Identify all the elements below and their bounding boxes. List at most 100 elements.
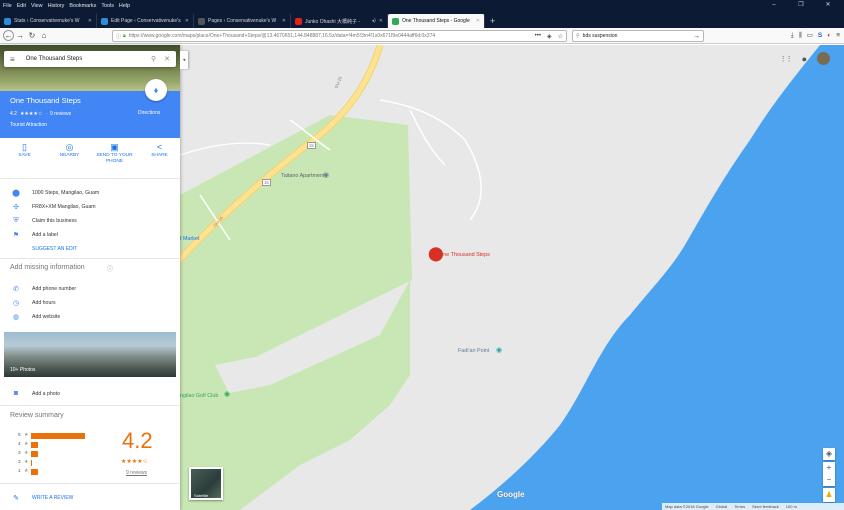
new-tab-button[interactable]: + — [490, 14, 495, 28]
star-icon: ★ — [24, 433, 29, 438]
zoom-out-button[interactable]: − — [823, 474, 835, 486]
minimize-icon[interactable]: – — [763, 0, 785, 11]
scale-label[interactable]: 100 m — [786, 504, 797, 509]
send-to-phone-label: SEND TO YOUR PHONE — [96, 153, 133, 164]
point-label[interactable]: Fadi'an Point — [458, 348, 489, 354]
hamburger-icon[interactable]: ≡ — [10, 55, 15, 64]
point-pin-icon[interactable]: ◉ — [496, 346, 502, 354]
phone-icon: ▣ — [110, 142, 119, 152]
close-tab-icon[interactable]: ✕ — [185, 18, 189, 24]
url-bar[interactable]: ⓘ 🔒︎ https://www.google.com/maps/place/O… — [112, 30, 567, 42]
send-to-phone-button[interactable]: ▣ SEND TO YOUR PHONE — [94, 141, 135, 178]
satellite-toggle[interactable]: Satellite — [189, 467, 223, 500]
suggest-edit-link[interactable]: SUGGEST AN EDIT — [32, 246, 77, 252]
reload-icon[interactable]: ↻ — [26, 31, 38, 40]
forward-icon[interactable]: → — [14, 31, 26, 40]
global-link[interactable]: Global — [716, 504, 728, 509]
bookmark-star-icon[interactable]: ☆ — [558, 33, 563, 40]
search-bar[interactable]: ⚲ bds suspension → — [572, 30, 704, 42]
add-hours-row[interactable]: ◷ Add hours — [0, 299, 180, 307]
tab-pages[interactable]: Pages ‹ Conservativenuke's W ✕ — [194, 14, 291, 28]
avatar[interactable] — [817, 52, 830, 65]
close-tab-icon[interactable]: ✕ — [476, 18, 480, 24]
menu-edit[interactable]: Edit — [17, 3, 26, 9]
pin-label[interactable]: One Thousand Steps — [439, 252, 490, 258]
download-icon[interactable]: ⤓ — [791, 30, 794, 42]
more-icon[interactable]: ••• — [535, 33, 541, 39]
menu-file[interactable]: File — [3, 3, 12, 9]
nearby-label: NEARBY — [59, 153, 80, 158]
claim-row[interactable]: ⛨ Claim this business — [0, 217, 180, 225]
tab-google-maps[interactable]: One Thousand Steps - Google ✕ — [388, 14, 485, 28]
pocket-icon[interactable]: ◈ — [547, 33, 552, 40]
youtube-icon — [295, 17, 302, 25]
help-icon[interactable]: ⓘ — [107, 264, 113, 273]
rating-bar — [31, 468, 38, 475]
send-feedback-link[interactable]: Send feedback — [752, 504, 779, 509]
golf-club-label[interactable]: ngilao Golf Club — [180, 393, 218, 399]
directions-icon[interactable]: ⬧ — [145, 79, 167, 101]
add-phone-row[interactable]: ✆ Add phone number — [0, 285, 180, 293]
go-arrow-icon[interactable]: → — [693, 33, 700, 40]
sidebar-icon[interactable]: ▭ — [807, 30, 813, 42]
map-data-text: Map data ©2018 Google — [665, 504, 709, 509]
plus-code-row[interactable]: ✣ FR8X+XM Mangilao, Guam — [0, 203, 180, 211]
pegman-icon[interactable]: ♟︎ — [823, 488, 835, 502]
back-icon[interactable]: ← — [3, 30, 14, 41]
collapse-panel-button[interactable]: ◂ — [180, 51, 188, 69]
close-tab-icon[interactable]: ✕ — [88, 18, 92, 24]
home-icon[interactable]: ⌂ — [38, 31, 50, 40]
golf-pin-icon[interactable]: ◉ — [224, 390, 230, 398]
tab-stats[interactable]: Stats ‹ Conservativenuke's W ✕ — [0, 14, 97, 28]
search-icon[interactable]: ⚲ — [151, 55, 156, 63]
menu-help[interactable]: Help — [119, 3, 130, 9]
extension-s-icon[interactable]: S — [818, 30, 822, 42]
maps-search-input[interactable]: One Thousand Steps — [26, 56, 143, 62]
info-icon[interactable]: ⓘ — [116, 33, 121, 40]
save-button[interactable]: ▯ SAVE — [4, 141, 45, 178]
clear-icon[interactable]: ✕ — [164, 55, 170, 63]
rating-bar — [31, 432, 85, 439]
add-photo-row[interactable]: ◙ Add a photo — [0, 390, 180, 397]
write-review-button[interactable]: ✎ WRITE A REVIEW — [0, 494, 180, 502]
library-icon[interactable]: ⫼ — [799, 30, 802, 42]
label-row[interactable]: ⚑ Add a label — [0, 231, 180, 239]
apartment-pin-icon[interactable]: ◉ — [323, 171, 329, 179]
menu-view[interactable]: View — [31, 3, 43, 9]
url-text[interactable]: https://www.google.com/maps/place/One+Th… — [129, 33, 532, 39]
close-window-icon[interactable]: ✕ — [817, 0, 839, 11]
lock-icon[interactable]: 🔒︎ — [123, 33, 126, 39]
market-label[interactable]: t Market — [180, 236, 199, 242]
photos-thumbnail[interactable]: 10+ Photos — [4, 332, 176, 377]
tab-edit-page[interactable]: Edit Page ‹ Conservativenuke's ✕ — [97, 14, 194, 28]
review-count-link[interactable]: 9 reviews — [126, 470, 147, 476]
menu-tools[interactable]: Tools — [101, 3, 114, 9]
account-circle-icon[interactable]: ● — [802, 54, 807, 64]
reviews-link[interactable]: 9 reviews — [50, 111, 71, 117]
add-website-row[interactable]: ◍ Add website — [0, 313, 180, 321]
search-input[interactable]: bds suspension — [583, 33, 693, 39]
menu-bookmarks[interactable]: Bookmarks — [69, 3, 96, 9]
menu-history[interactable]: History — [48, 3, 65, 9]
missing-info-title: Add missing information — [10, 264, 85, 271]
close-tab-icon[interactable]: ✕ — [282, 18, 286, 24]
speaker-icon[interactable]: ◂) — [372, 18, 376, 24]
apartment-label[interactable]: Taitano Apartment — [281, 173, 324, 179]
map-canvas[interactable]: ⬤ One Thousand Steps Taitano Apartment ◉… — [180, 45, 844, 510]
restore-icon[interactable]: ❐ — [790, 0, 812, 11]
directions-label[interactable]: Directions — [138, 110, 160, 116]
address-row[interactable]: ⬤ 1000 Steps, Mangilao, Guam — [0, 189, 180, 197]
tab-youtube[interactable]: Junko Ohashi 大橋純子 - ◂) ✕ — [291, 14, 388, 28]
place-type[interactable]: Tourist Attraction — [10, 122, 170, 128]
flag-icon: ⚑ — [12, 232, 20, 239]
share-button[interactable]: < SHARE — [139, 141, 180, 178]
zoom-in-button[interactable]: + — [823, 462, 835, 474]
apps-grid-icon[interactable]: ⋮⋮ — [780, 55, 793, 63]
terms-link[interactable]: Terms — [734, 504, 745, 509]
hamburger-menu-icon[interactable]: ≡ — [836, 30, 840, 42]
compass-button[interactable]: ◈ — [823, 448, 835, 460]
close-tab-icon[interactable]: ✕ — [379, 18, 383, 24]
maps-search-box[interactable]: ≡ One Thousand Steps ⚲ ✕ — [4, 51, 176, 67]
extension-icon[interactable]: ◐ — [827, 30, 831, 42]
nearby-button[interactable]: ◎ NEARBY — [49, 141, 90, 178]
